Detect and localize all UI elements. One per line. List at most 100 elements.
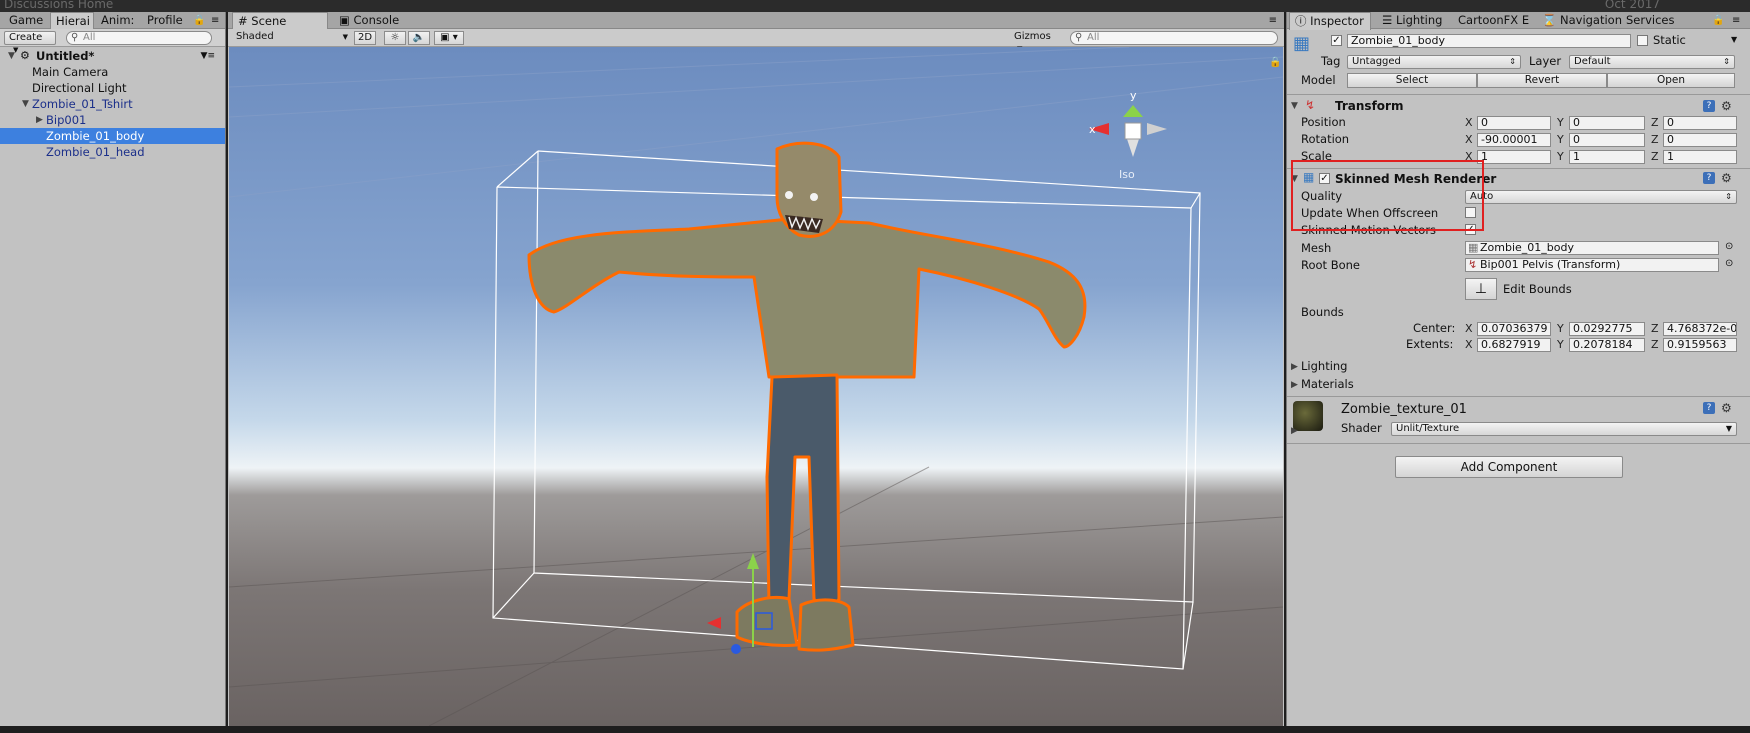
center-z-field[interactable]: 4.768372e-0 bbox=[1663, 322, 1737, 336]
shader-dropdown[interactable]: Unlit/Texture ▼ bbox=[1391, 422, 1737, 436]
material-name: Zombie_texture_01 bbox=[1341, 402, 1467, 417]
axis-z-label: Z bbox=[1651, 338, 1659, 351]
center-x-field[interactable]: 0.07036379 bbox=[1477, 322, 1551, 336]
search-icon: ⚲ bbox=[71, 32, 79, 43]
tab-game[interactable]: Game bbox=[4, 12, 48, 29]
tab-inspector[interactable]: ⓘ Inspector bbox=[1289, 12, 1371, 30]
tab-cartoonfx[interactable]: CartoonFX E bbox=[1453, 12, 1534, 29]
position-label: Position bbox=[1301, 115, 1346, 129]
effects-toggle-icon[interactable]: ▣ ▾ bbox=[434, 31, 464, 45]
materials-foldout[interactable]: Materials bbox=[1301, 377, 1354, 391]
collapse-arrow-icon[interactable]: ▶ bbox=[36, 112, 43, 128]
list-item-selected[interactable]: Zombie_01_body bbox=[0, 128, 225, 144]
hierarchy-search-input[interactable]: ⚲ All bbox=[66, 31, 212, 45]
position-x-field[interactable]: 0 bbox=[1477, 116, 1551, 130]
window-date-fragment: Oct 2017 bbox=[1604, 0, 1660, 11]
2d-toggle[interactable]: 2D bbox=[354, 31, 376, 45]
tab-navigation[interactable]: ⌛ Navigation bbox=[1537, 12, 1627, 29]
scene-search-input[interactable]: ⚲ All bbox=[1070, 31, 1278, 45]
add-component-button[interactable]: Add Component bbox=[1395, 456, 1623, 478]
panel-menu-icon[interactable]: ≡ bbox=[206, 12, 224, 29]
static-dropdown-icon[interactable]: ▼ bbox=[1731, 35, 1737, 44]
orientation-gizmo[interactable]: y x Iso 🔒 bbox=[1089, 56, 1281, 181]
tab-profiler[interactable]: Profile bbox=[142, 12, 188, 29]
model-open-button[interactable]: Open bbox=[1607, 73, 1735, 88]
collapse-arrow-icon[interactable]: ▶ bbox=[1291, 426, 1298, 436]
extents-y-field[interactable]: 0.2078184 bbox=[1569, 338, 1645, 352]
axis-z-label: Z bbox=[1651, 150, 1659, 163]
list-item[interactable]: Zombie_01_head bbox=[0, 144, 225, 160]
extents-x-field[interactable]: 0.6827919 bbox=[1477, 338, 1551, 352]
expand-arrow-icon[interactable]: ▼ bbox=[1291, 101, 1298, 111]
scale-y-field[interactable]: 1 bbox=[1569, 150, 1645, 164]
active-checkbox[interactable]: ✓ bbox=[1331, 35, 1342, 46]
root-bone-field[interactable]: ↯ Bip001 Pelvis (Transform) bbox=[1465, 258, 1719, 272]
mesh-field[interactable]: ▦ Zombie_01_body bbox=[1465, 241, 1719, 255]
expand-arrow-icon[interactable]: ▼ bbox=[8, 48, 15, 64]
gizmos-dropdown[interactable]: Gizmos ▼ bbox=[1010, 31, 1060, 53]
collapse-arrow-icon[interactable]: ▶ bbox=[1291, 380, 1298, 390]
list-item[interactable]: Directional Light bbox=[0, 80, 225, 96]
expand-arrow-icon[interactable]: ▼ bbox=[22, 96, 29, 112]
rotation-y-field[interactable]: 0 bbox=[1569, 133, 1645, 147]
tab-label: Inspector bbox=[1310, 14, 1364, 28]
help-icon[interactable]: ? bbox=[1703, 172, 1715, 184]
tab-animation[interactable]: Anim: bbox=[96, 12, 136, 29]
list-item[interactable]: Main Camera bbox=[0, 64, 225, 80]
smr-enabled-checkbox[interactable]: ✓ bbox=[1319, 173, 1330, 184]
scale-x-field[interactable]: 1 bbox=[1477, 150, 1551, 164]
item-label: Zombie_01_Tshirt bbox=[32, 97, 133, 111]
gear-icon[interactable]: ⚙ bbox=[1721, 172, 1732, 184]
center-y-field[interactable]: 0.0292775 bbox=[1569, 322, 1645, 336]
edit-bounds-button[interactable]: ⊥ bbox=[1465, 278, 1497, 300]
tag-value: Untagged bbox=[1352, 56, 1401, 67]
extents-label: Extents: bbox=[1406, 337, 1454, 351]
scene-root-row[interactable]: ▼ ⚙ Untitled* ▼≡ bbox=[0, 48, 225, 64]
expand-arrow-icon[interactable]: ▼ bbox=[1291, 174, 1298, 184]
motion-vectors-checkbox[interactable]: ✓ bbox=[1465, 224, 1476, 235]
scene-menu-icon[interactable]: ▼≡ bbox=[201, 48, 215, 64]
tab-services[interactable]: Services bbox=[1621, 12, 1680, 29]
list-item[interactable]: ▼ Zombie_01_Tshirt bbox=[0, 96, 225, 112]
model-revert-button[interactable]: Revert bbox=[1477, 73, 1607, 88]
shading-mode-dropdown[interactable]: Shaded ▼ bbox=[232, 31, 350, 45]
model-select-button[interactable]: Select bbox=[1347, 73, 1477, 88]
grid-icon: # bbox=[238, 14, 248, 28]
position-z-field[interactable]: 0 bbox=[1663, 116, 1737, 130]
object-name-field[interactable]: Zombie_01_body bbox=[1347, 34, 1631, 48]
help-icon[interactable]: ? bbox=[1703, 100, 1715, 112]
panel-menu-icon[interactable]: ≡ bbox=[1727, 12, 1745, 29]
collapse-arrow-icon[interactable]: ▶ bbox=[1291, 362, 1298, 372]
tag-dropdown[interactable]: Untagged ⇕ bbox=[1347, 55, 1521, 69]
create-dropdown[interactable]: Create ▼ bbox=[4, 31, 56, 54]
help-icon[interactable]: ? bbox=[1703, 402, 1715, 414]
gear-icon[interactable]: ⚙ bbox=[1721, 100, 1732, 112]
ground-grid-lines bbox=[229, 466, 1283, 726]
scene-viewport[interactable]: y x Iso 🔒 bbox=[229, 47, 1283, 726]
static-checkbox[interactable] bbox=[1637, 35, 1648, 46]
update-offscreen-checkbox[interactable] bbox=[1465, 207, 1476, 218]
tab-hierarchy[interactable]: Hierai bbox=[50, 12, 94, 30]
dropdown-arrow-icon: ▼ bbox=[342, 33, 348, 41]
lighting-icon: ☰ bbox=[1382, 13, 1393, 27]
panel-menu-icon[interactable]: ≡ bbox=[1264, 12, 1282, 29]
dropdown-arrow-icon: ▼ bbox=[1725, 424, 1732, 433]
extents-z-field[interactable]: 0.9159563 bbox=[1663, 338, 1737, 352]
lighting-toggle-icon[interactable]: ☼ bbox=[384, 31, 406, 45]
object-picker-icon[interactable]: ⊙ bbox=[1725, 258, 1733, 269]
tab-console[interactable]: ▣ Console bbox=[334, 12, 404, 29]
scene-name: Untitled* bbox=[36, 49, 95, 63]
tab-scene[interactable]: # Scene bbox=[232, 12, 328, 30]
rotation-z-field[interactable]: 0 bbox=[1663, 133, 1737, 147]
position-y-field[interactable]: 0 bbox=[1569, 116, 1645, 130]
tab-lighting[interactable]: ☰ Lighting bbox=[1377, 12, 1447, 29]
rotation-x-field[interactable]: -90.00001 bbox=[1477, 133, 1551, 147]
lighting-foldout[interactable]: Lighting bbox=[1301, 359, 1347, 373]
audio-toggle-icon[interactable]: 🔈 bbox=[408, 31, 430, 45]
list-item[interactable]: ▶ Bip001 bbox=[0, 112, 225, 128]
layer-dropdown[interactable]: Default ⇕ bbox=[1569, 55, 1735, 69]
gear-icon[interactable]: ⚙ bbox=[1721, 402, 1732, 414]
scale-z-field[interactable]: 1 bbox=[1663, 150, 1737, 164]
quality-dropdown[interactable]: Auto ⇕ bbox=[1465, 190, 1737, 204]
object-picker-icon[interactable]: ⊙ bbox=[1725, 241, 1733, 252]
